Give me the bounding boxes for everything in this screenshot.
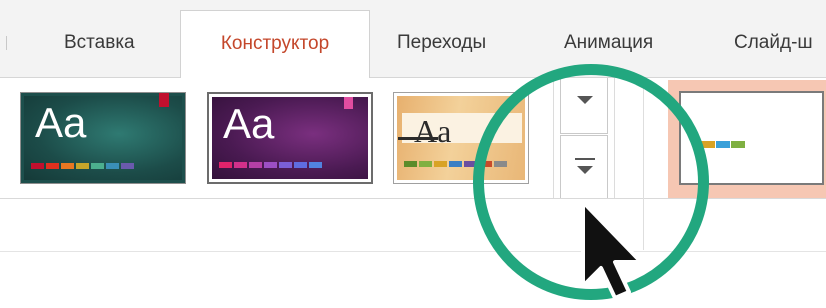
tab-transitions[interactable]: Переходы	[397, 10, 486, 76]
mouse-pointer-icon	[581, 200, 643, 300]
tab-divider	[6, 36, 7, 50]
tab-slideshow[interactable]: Слайд-ш	[734, 10, 813, 76]
theme-accent-mark	[344, 97, 353, 109]
theme-sample-text: Aa	[414, 113, 452, 149]
tab-insert[interactable]: Вставка	[64, 10, 135, 76]
theme-thumbnail-teal[interactable]: Aa	[20, 92, 186, 184]
variant-color-swatches	[701, 141, 745, 148]
theme-color-swatches	[219, 162, 322, 168]
ribbon-tab-bar: Вставка Конструктор Переходы Анимация Сл…	[0, 0, 826, 78]
theme-sample-text: Aa	[35, 99, 87, 146]
theme-color-swatches	[31, 163, 134, 169]
theme-sample-text: Aa	[223, 100, 275, 147]
tab-design[interactable]: Конструктор	[180, 10, 370, 78]
theme-thumbnail-purple[interactable]: Aa	[207, 92, 373, 184]
theme-accent-mark	[159, 93, 169, 107]
